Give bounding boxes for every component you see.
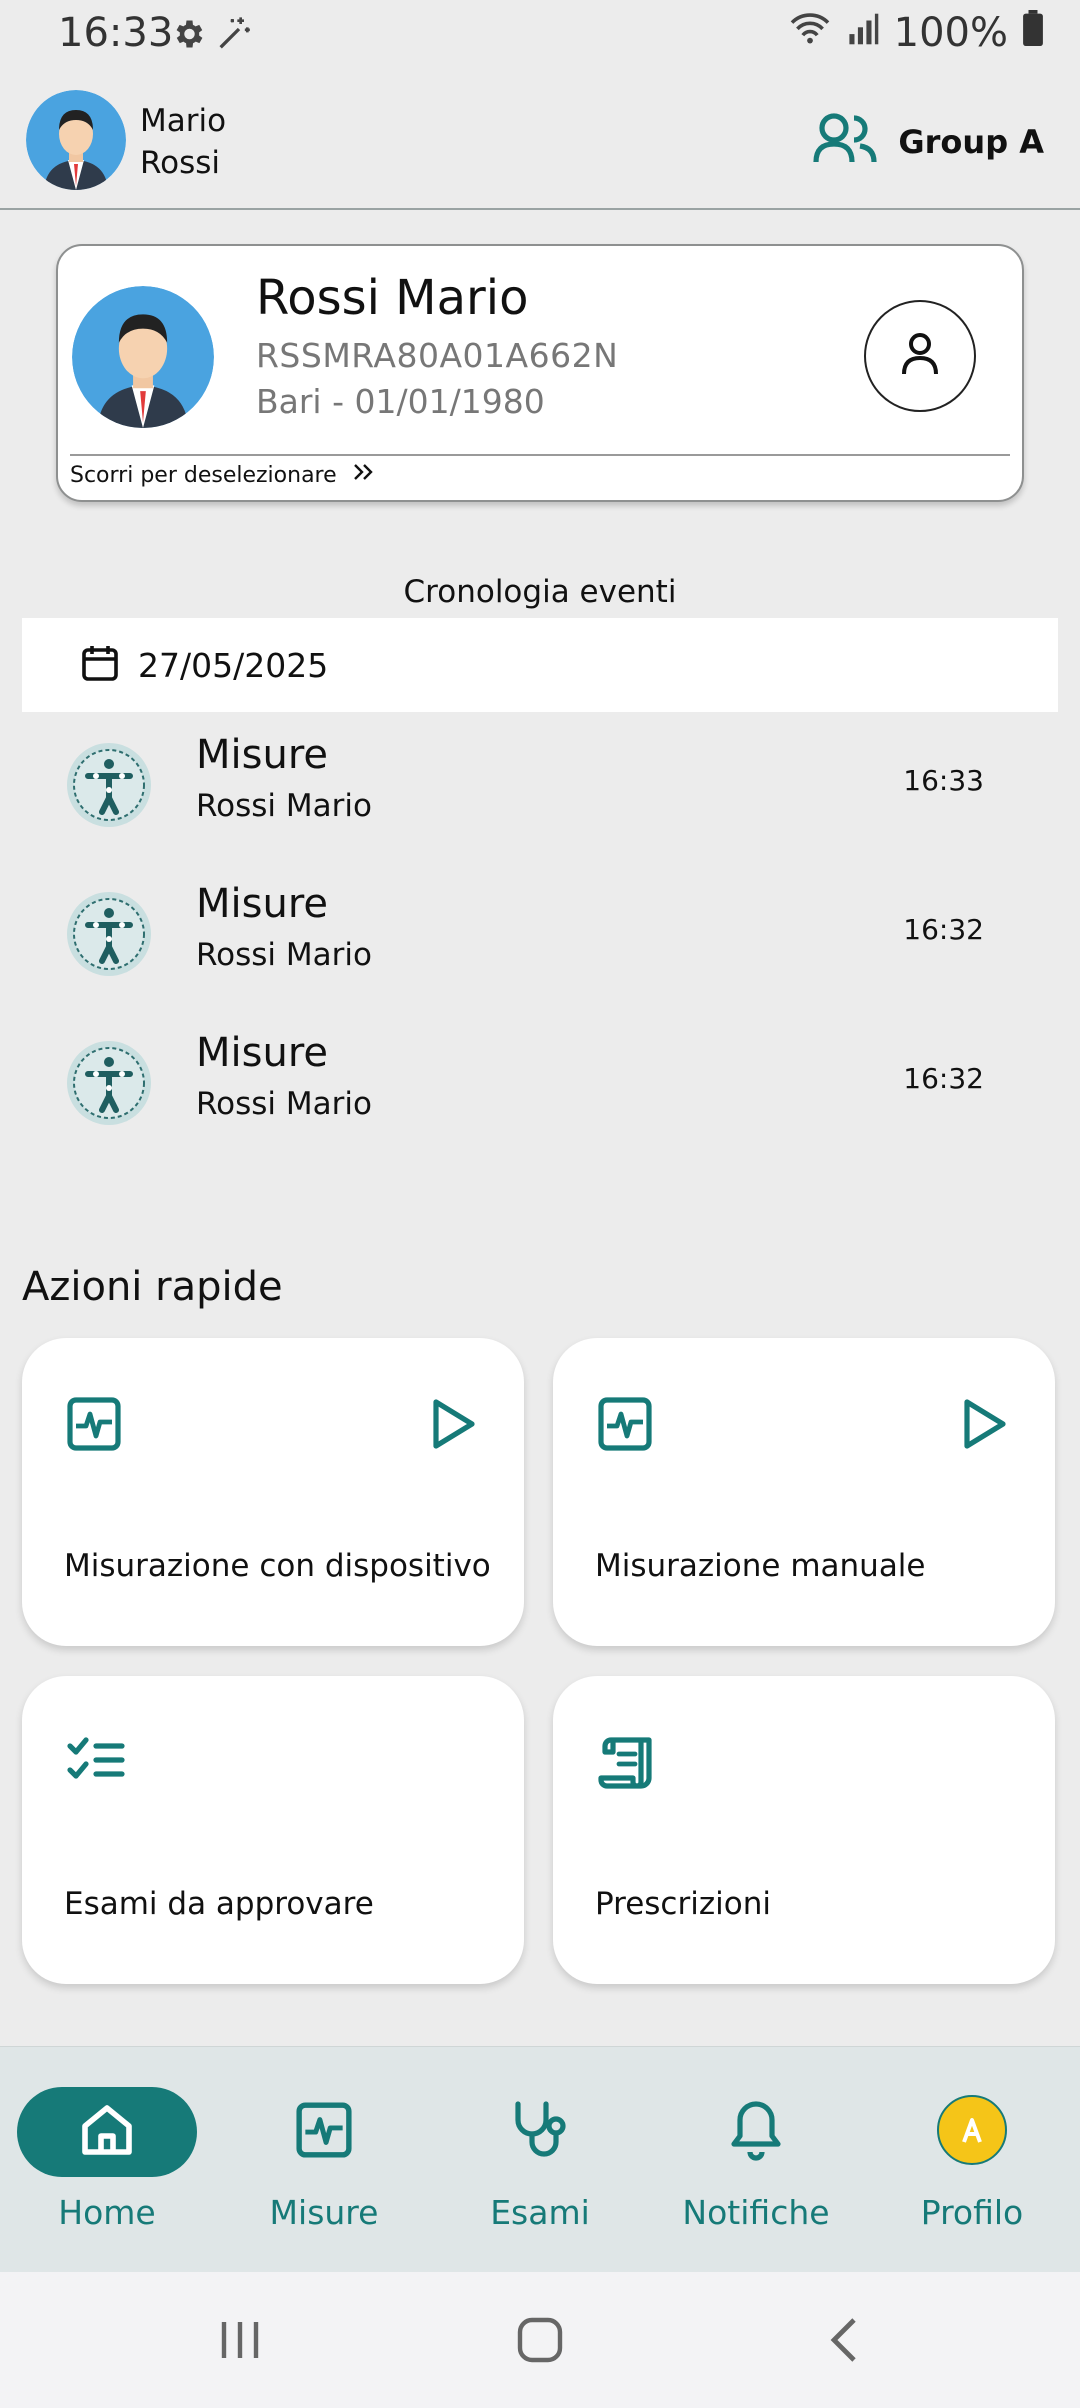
event-time: 16:32: [903, 1062, 984, 1095]
event-type: Misure: [196, 881, 328, 927]
user-avatar[interactable]: [26, 90, 126, 190]
event-type: Misure: [196, 1030, 328, 1076]
nav-esami[interactable]: Esami: [450, 2087, 630, 2232]
nav-notifiche[interactable]: Notifiche: [666, 2087, 846, 2232]
nav-icon-wrap: [882, 2087, 1062, 2177]
event-person: Rossi Mario: [196, 1086, 372, 1122]
event-time: 16:33: [903, 764, 984, 797]
card-divider: [70, 454, 1010, 456]
quick-action-label: Prescrizioni: [595, 1886, 771, 1922]
body-measure-icon: [66, 742, 152, 828]
play-icon: [961, 1398, 1009, 1454]
quick-action-prescriptions[interactable]: Prescrizioni: [553, 1676, 1055, 1984]
patient-profile-button[interactable]: [864, 300, 976, 412]
bell-icon: [726, 2098, 786, 2166]
wifi-icon: [788, 10, 832, 56]
activity-icon: [597, 1396, 653, 1456]
patient-fiscal-code: RSSMRA80A01A662N: [256, 336, 619, 375]
quick-action-exams-to-approve[interactable]: Esami da approvare: [22, 1676, 524, 1984]
nav-label: Home: [58, 2193, 156, 2232]
event-person: Rossi Mario: [196, 937, 372, 973]
recents-icon[interactable]: [216, 2318, 264, 2366]
home-system-icon[interactable]: [516, 2316, 564, 2368]
home-icon: [77, 2100, 137, 2164]
event-type: Misure: [196, 732, 328, 778]
group-selector[interactable]: Group A: [812, 112, 1044, 172]
swipe-hint[interactable]: Scorri per deselezionare: [70, 462, 375, 488]
magic-wand-icon: [214, 14, 254, 58]
patient-birth-info: Bari - 01/01/1980: [256, 382, 545, 421]
stethoscope-icon: [508, 2098, 572, 2166]
event-item[interactable]: Misure Rossi Mario 16:33: [0, 722, 1080, 852]
nav-icon-wrap: [234, 2087, 414, 2177]
body-measure-icon: [66, 891, 152, 977]
quick-actions-title: Azioni rapide: [22, 1264, 283, 1310]
nav-label: Esami: [490, 2193, 590, 2232]
gear-icon: [170, 16, 206, 56]
back-icon[interactable]: [826, 2316, 862, 2368]
nav-label: Misure: [269, 2193, 379, 2232]
nav-label: Notifiche: [682, 2193, 830, 2232]
activity-icon: [66, 1396, 122, 1456]
system-navigation-bar: [0, 2272, 1080, 2408]
quick-action-manual-measure[interactable]: Misurazione manuale: [553, 1338, 1055, 1646]
patient-avatar: [72, 286, 214, 428]
user-name: Mario Rossi: [140, 100, 340, 184]
person-icon: [900, 332, 940, 380]
battery-percent: 100%: [893, 10, 1008, 56]
activity-icon: [295, 2101, 353, 2163]
date-label: 27/05/2025: [138, 645, 329, 685]
group-label: Group A: [898, 123, 1044, 161]
nav-misure[interactable]: Misure: [234, 2087, 414, 2232]
scroll-icon: [597, 1734, 659, 1796]
swipe-hint-label: Scorri per deselezionare: [70, 462, 337, 488]
nav-home-pill: [17, 2087, 197, 2177]
battery-icon: [1022, 10, 1044, 56]
quick-action-label: Misurazione con dispositivo: [64, 1548, 491, 1584]
checklist-icon: [66, 1734, 126, 1794]
status-time: 16:33: [58, 10, 174, 56]
signal-icon: [846, 10, 880, 56]
app-header: Mario Rossi Group A: [0, 70, 1080, 210]
patient-name: Rossi Mario: [256, 270, 529, 326]
play-icon: [430, 1398, 478, 1454]
quick-action-device-measure[interactable]: Misurazione con dispositivo: [22, 1338, 524, 1646]
double-chevron-right-icon: [351, 462, 375, 488]
status-bar: 16:33 100%: [0, 0, 1080, 70]
status-right: 100%: [788, 10, 1044, 56]
bottom-navigation: Home Misure Esami Notifiche Profilo: [0, 2046, 1080, 2272]
nav-icon-wrap: [666, 2087, 846, 2177]
quick-action-label: Misurazione manuale: [595, 1548, 926, 1584]
timeline-title: Cronologia eventi: [403, 574, 677, 610]
date-header: 27/05/2025: [22, 618, 1058, 712]
profile-badge-icon: [936, 2094, 1008, 2170]
quick-action-label: Esami da approvare: [64, 1886, 374, 1922]
body-measure-icon: [66, 1040, 152, 1126]
event-item[interactable]: Misure Rossi Mario 16:32: [0, 871, 1080, 1001]
group-icon: [812, 112, 878, 172]
event-item[interactable]: Misure Rossi Mario 16:32: [0, 1020, 1080, 1150]
patient-card[interactable]: Rossi Mario RSSMRA80A01A662N Bari - 01/0…: [56, 244, 1024, 502]
calendar-icon: [80, 643, 120, 687]
event-person: Rossi Mario: [196, 788, 372, 824]
user-first-name: Mario: [140, 103, 227, 139]
nav-home[interactable]: Home: [17, 2087, 197, 2232]
nav-label: Profilo: [920, 2193, 1024, 2232]
user-last-name: Rossi: [140, 145, 221, 181]
nav-icon-wrap: [450, 2087, 630, 2177]
event-time: 16:32: [903, 913, 984, 946]
nav-profilo[interactable]: Profilo: [882, 2087, 1062, 2232]
